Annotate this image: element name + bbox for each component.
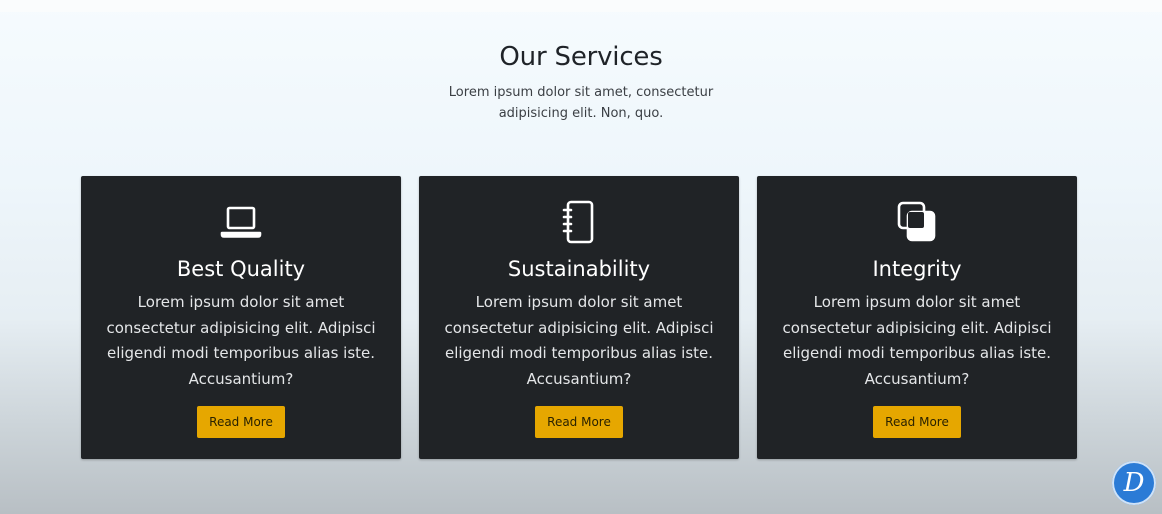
notebook-icon [555, 198, 603, 246]
card-description: Lorem ipsum dolor sit amet consectetur a… [106, 293, 376, 388]
card-title: Best Quality [176, 257, 306, 281]
laptop-icon [217, 198, 265, 246]
read-more-button[interactable]: Read More [197, 406, 285, 438]
service-card-integrity: Integrity Lorem ipsum dolor sit amet con… [757, 176, 1077, 459]
d-logo-icon: D [1112, 461, 1156, 505]
read-more-button[interactable]: Read More [535, 406, 623, 438]
overlapping-squares-icon [893, 198, 941, 246]
card-description: Lorem ipsum dolor sit amet consectetur a… [444, 293, 714, 388]
read-more-button[interactable]: Read More [873, 406, 961, 438]
card-title: Sustainability [507, 257, 651, 281]
top-strip [0, 0, 1162, 12]
services-header: Our Services Lorem ipsum dolor sit amet,… [0, 38, 1162, 124]
service-card-sustainability: Sustainability Lorem ipsum dolor sit ame… [419, 176, 739, 459]
card-description: Lorem ipsum dolor sit amet consectetur a… [782, 293, 1052, 388]
service-card-best-quality: Best Quality Lorem ipsum dolor sit amet … [81, 176, 401, 459]
card-title: Integrity [872, 257, 962, 281]
page-subtitle: Lorem ipsum dolor sit amet, consectetur … [448, 85, 714, 121]
logo-letter: D [1123, 468, 1145, 498]
page-title: Our Services [499, 42, 663, 72]
